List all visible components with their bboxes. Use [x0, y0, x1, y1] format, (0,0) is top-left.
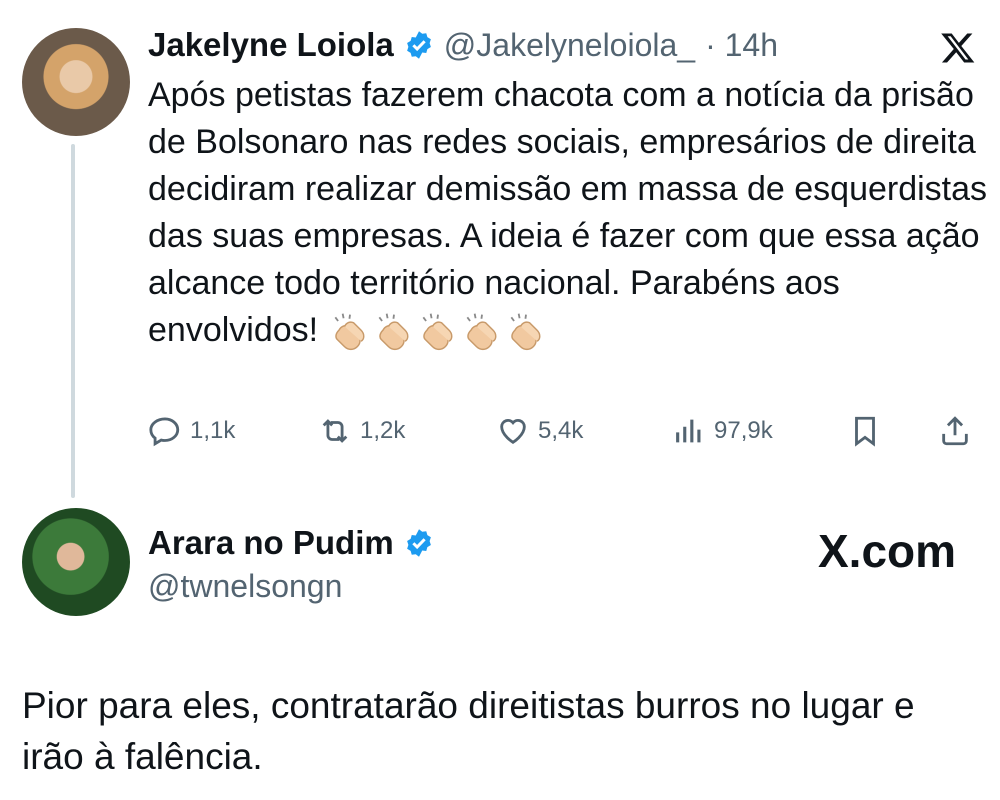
heart-icon: [500, 419, 526, 445]
reply-header: Arara no Pudim: [148, 524, 434, 562]
clapping-hands-emoji-icon: [510, 313, 541, 351]
views-icon: [676, 419, 701, 443]
bookmark-button[interactable]: [848, 414, 882, 448]
like-count: 5,4k: [538, 417, 584, 444]
tweet-body: Após petistas fazerem chacota com a notí…: [148, 72, 988, 354]
share-button[interactable]: [938, 414, 972, 448]
clapping-hands-emoji-icon: [334, 313, 365, 351]
author-name[interactable]: Jakelyne Loiola: [148, 26, 394, 64]
reply-count: 1,1k: [190, 417, 236, 444]
clapping-hands-emoji-icon: [378, 313, 409, 351]
bookmark-icon: [855, 416, 875, 447]
share-icon: [942, 416, 968, 446]
reply-author-name[interactable]: Arara no Pudim: [148, 524, 394, 562]
like-button[interactable]: 5,4k: [496, 414, 583, 448]
verified-badge-icon: [406, 31, 431, 59]
reply-author-handle[interactable]: @twnelsongn: [148, 568, 342, 605]
x-logo-icon[interactable]: [940, 30, 976, 66]
views-count: 97,9k: [714, 417, 773, 444]
reply-button[interactable]: 1,1k: [148, 414, 235, 448]
reply-author-avatar[interactable]: [22, 508, 130, 616]
clapping-hands-emoji-icon: [422, 313, 453, 351]
author-avatar[interactable]: [22, 28, 130, 136]
thread-connector-line: [71, 144, 75, 498]
tweet-text: Após petistas fazerem chacota com a notí…: [148, 76, 988, 349]
clapping-hands-emoji-group: [328, 311, 548, 351]
tweet-header: Jakelyne Loiola @Jakelyneloiola_ · 14h: [148, 26, 778, 64]
reply-icon: [149, 417, 180, 447]
clapping-hands-emoji-icon: [466, 313, 497, 351]
retweet-icon: [322, 419, 348, 443]
retweet-count: 1,2k: [360, 417, 406, 444]
retweet-button[interactable]: 1,2k: [318, 414, 405, 448]
x-com-watermark: X.com: [818, 525, 957, 577]
reply-text: Pior para eles, contratarão direitistas …: [22, 685, 915, 777]
tweet-time[interactable]: · 14h: [705, 27, 778, 64]
views-button[interactable]: 97,9k: [672, 414, 773, 448]
verified-badge-icon: [406, 529, 431, 557]
author-handle[interactable]: @Jakelyneloiola_: [444, 27, 695, 64]
